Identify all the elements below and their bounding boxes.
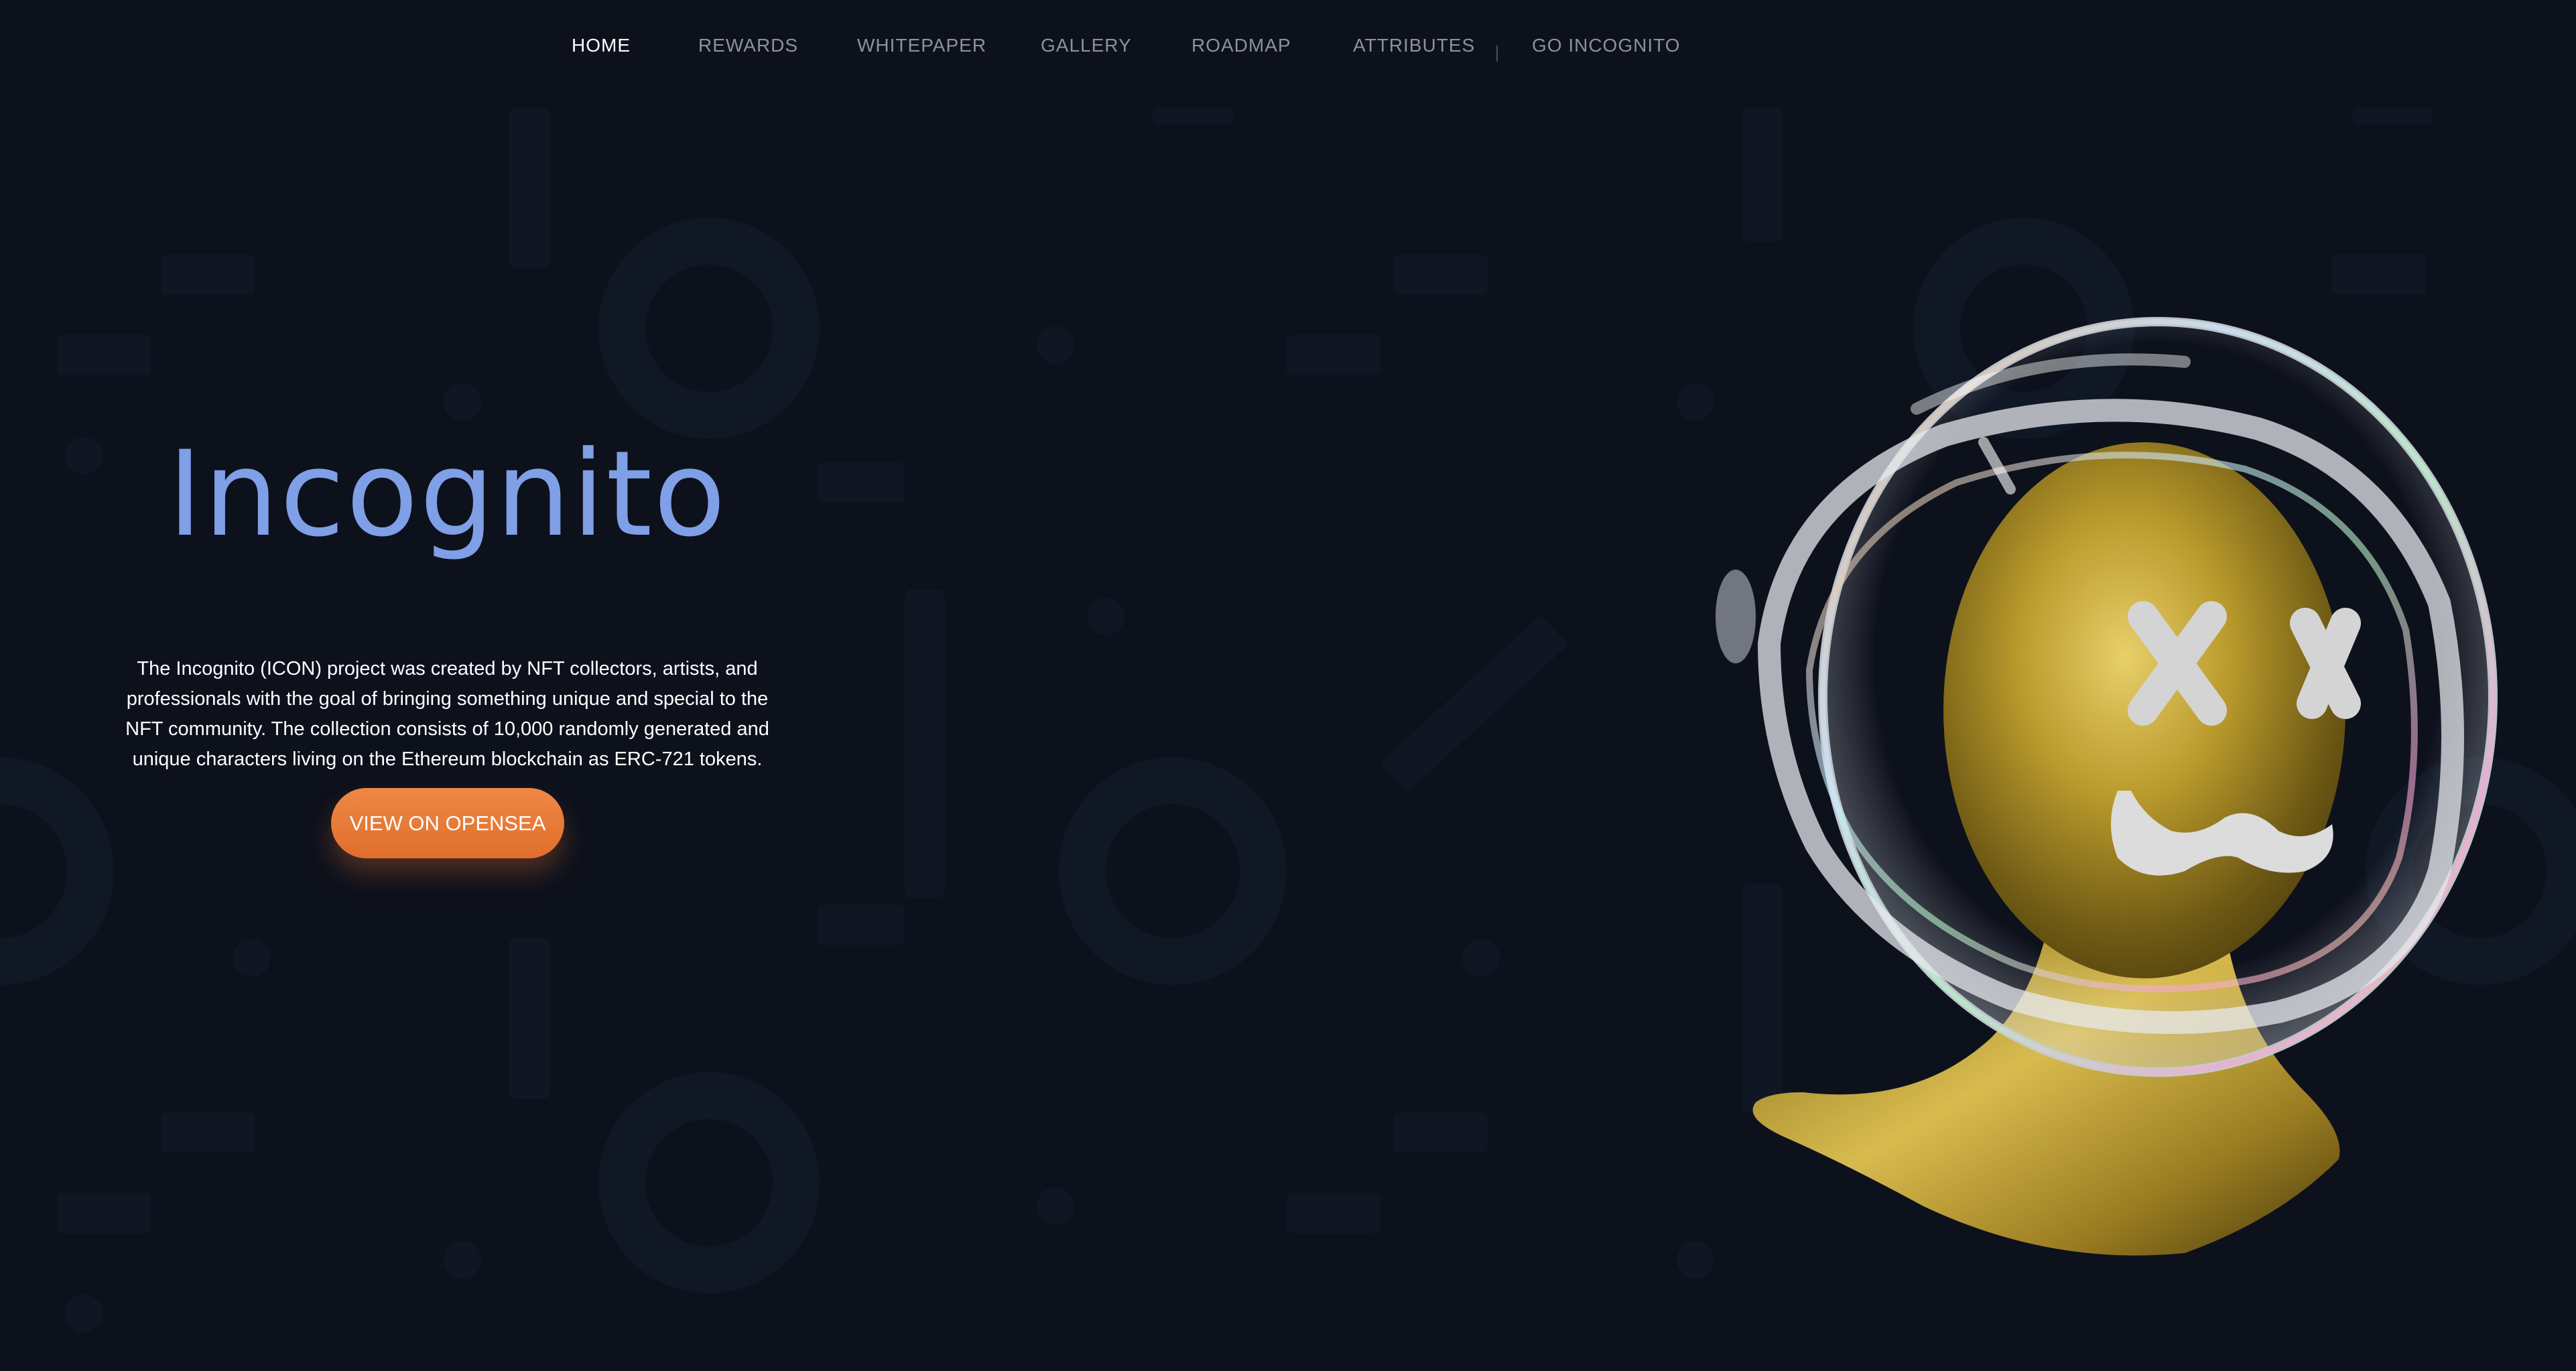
nav-gallery-link[interactable]: GALLERY (1041, 35, 1132, 56)
nav-whitepaper-link[interactable]: WHITEPAPER (857, 35, 986, 56)
view-on-opensea-button[interactable]: VIEW ON OPENSEA (331, 788, 564, 858)
hero-title-logo: Incognito (168, 426, 727, 563)
hero-description: The Incognito (ICON) project was created… (125, 658, 769, 770)
nav-home-link[interactable]: HOME (572, 35, 631, 56)
nav-rewards-link[interactable]: REWARDS (698, 35, 798, 56)
nft-helmet-artwork (1716, 317, 2498, 1256)
nav-divider (1496, 46, 1498, 62)
top-navigation: HOME REWARDS WHITEPAPER GALLERY ROADMAP … (0, 0, 2576, 94)
nav-attributes-link[interactable]: ATTRIBUTES (1353, 35, 1475, 56)
go-incognito-link[interactable]: GO INCOGNITO (1532, 35, 1681, 56)
nav-roadmap-link[interactable]: ROADMAP (1192, 35, 1291, 56)
